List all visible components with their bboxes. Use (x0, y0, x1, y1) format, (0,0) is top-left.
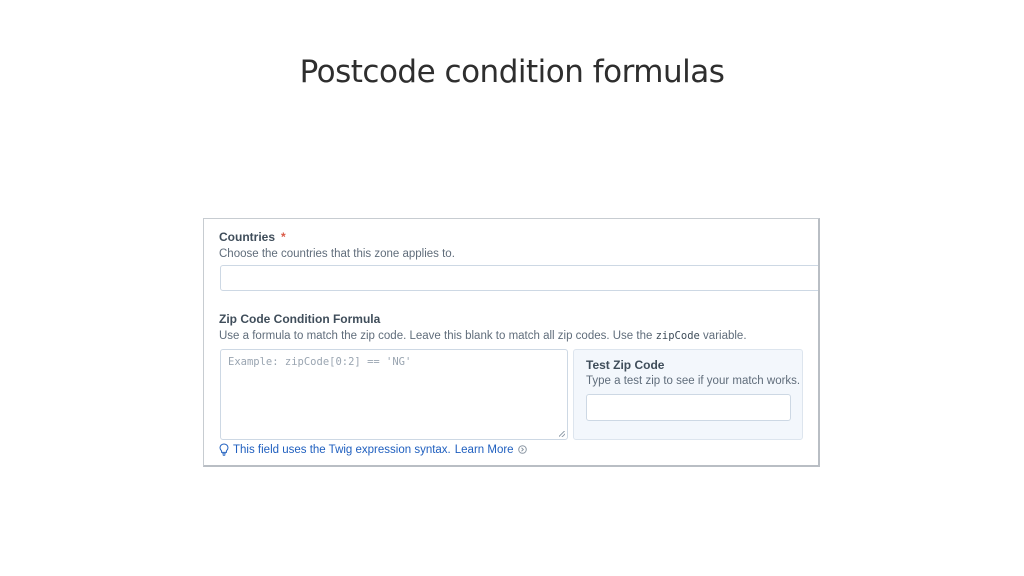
zone-settings-form: Countries * Choose the countries that thi… (203, 218, 820, 467)
test-zip-input[interactable] (586, 394, 791, 421)
countries-instructions: Choose the countries that this zone appl… (219, 248, 455, 260)
slide-title: Postcode condition formulas (299, 54, 725, 90)
external-arrow-icon[interactable] (517, 445, 527, 454)
zip-formula-instructions-text: Use a formula to match the zip code. Lea… (219, 330, 656, 342)
twig-syntax-tip: This field uses the Twig expression synt… (219, 443, 527, 456)
learn-more-link[interactable]: Learn More (455, 444, 514, 456)
zip-formula-label: Zip Code Condition Formula (219, 312, 381, 326)
test-zip-instructions: Type a test zip to see if your match wor… (586, 375, 801, 387)
resize-handle[interactable] (559, 431, 565, 437)
zip-formula-placeholder: Example: zipCode[0:2] == 'NG' (228, 356, 412, 368)
countries-input[interactable] (220, 265, 818, 291)
test-zip-panel: Test Zip Code Type a test zip to see if … (573, 349, 803, 440)
zipcode-variable-code: zipCode (655, 330, 700, 342)
zip-formula-textarea[interactable]: Example: zipCode[0:2] == 'NG' (220, 349, 568, 440)
countries-label: Countries (219, 230, 276, 244)
required-indicator: * (281, 230, 286, 244)
countries-field-heading: Countries * (219, 230, 286, 244)
test-zip-label: Test Zip Code (586, 358, 665, 372)
twig-tip-text: This field uses the Twig expression synt… (233, 443, 451, 456)
zip-formula-instructions: Use a formula to match the zip code. Lea… (219, 330, 747, 342)
zip-formula-instructions-end: variable. (699, 330, 747, 342)
lightbulb-icon (219, 443, 229, 456)
